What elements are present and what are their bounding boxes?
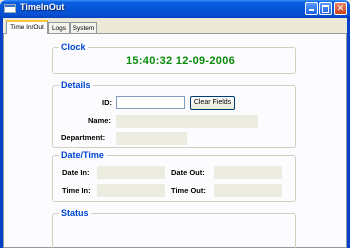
clock-display: 15:40:32 12-09-2006 [126, 55, 236, 67]
time-out-field [214, 184, 282, 197]
app-window: TimeInOut ✕ Time In/Out Logs System Cloc… [0, 0, 350, 248]
window-title: TimeInOut [20, 2, 65, 12]
status-group-title: Status [59, 208, 91, 218]
details-group-title: Details [59, 80, 93, 90]
department-label: Department: [61, 133, 106, 142]
id-input[interactable] [116, 96, 185, 109]
date-out-label: Date Out: [171, 168, 205, 177]
date-in-field [97, 166, 165, 179]
time-in-field [97, 184, 165, 197]
date-out-field [214, 166, 282, 179]
id-label: ID: [102, 98, 112, 107]
clock-group: Clock 15:40:32 12-09-2006 [52, 42, 296, 74]
tab-time-in-out[interactable]: Time In/Out [6, 20, 48, 34]
title-bar[interactable]: TimeInOut ✕ [0, 0, 350, 18]
datetime-group-title: Date/Time [59, 150, 106, 160]
app-window-icon [4, 4, 16, 13]
close-button[interactable]: ✕ [334, 2, 347, 15]
tab-logs[interactable]: Logs [48, 22, 70, 33]
details-group: Details ID: Clear Fields Name: Departmen… [52, 80, 296, 148]
tab-system[interactable]: System [70, 22, 97, 33]
time-in-label: Time In: [62, 186, 91, 195]
name-label: Name: [88, 116, 111, 125]
clear-fields-button[interactable]: Clear Fields [190, 96, 235, 110]
maximize-button[interactable] [319, 2, 332, 15]
status-group: Status [52, 208, 296, 248]
department-field [116, 132, 187, 145]
minimize-button[interactable] [305, 2, 318, 15]
time-out-label: Time Out: [171, 186, 206, 195]
datetime-group: Date/Time Date In: Date Out: Time In: Ti… [52, 150, 296, 202]
clock-group-title: Clock [59, 42, 88, 52]
name-field [116, 115, 258, 128]
date-in-label: Date In: [62, 168, 90, 177]
window-frame-left [0, 18, 3, 248]
